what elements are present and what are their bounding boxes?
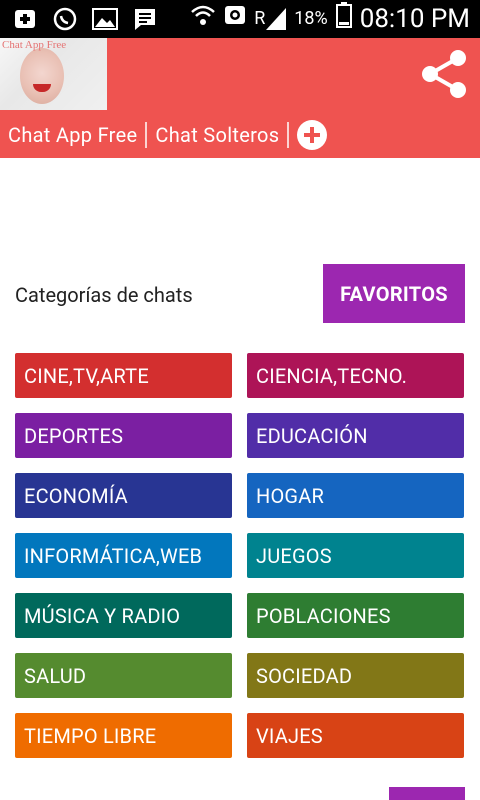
category-tiempo-libre[interactable]: TIEMPO LIBRE bbox=[15, 713, 232, 758]
category-musica-y-radio[interactable]: MÚSICA Y RADIO bbox=[15, 593, 232, 638]
favorites-button[interactable]: FAVORITOS bbox=[323, 264, 465, 323]
category-juegos[interactable]: JUEGOS bbox=[247, 533, 464, 578]
logo-text: Chat App Free bbox=[2, 39, 67, 51]
share-button[interactable] bbox=[418, 48, 470, 100]
category-hogar[interactable]: HOGAR bbox=[247, 473, 464, 518]
battery-icon bbox=[335, 2, 352, 35]
whatsapp-icon bbox=[52, 6, 78, 32]
category-economia[interactable]: ECONOMÍA bbox=[15, 473, 232, 518]
category-poblaciones[interactable]: POBLACIONES bbox=[247, 593, 464, 638]
wifi-icon bbox=[190, 2, 216, 35]
category-grid: CINE,TV,ARTE CIENCIA,TECNO. DEPORTES EDU… bbox=[15, 353, 465, 758]
share-icon bbox=[422, 50, 466, 98]
add-icon bbox=[12, 6, 38, 32]
category-salud[interactable]: SALUD bbox=[15, 653, 232, 698]
data-sync-icon bbox=[224, 3, 246, 34]
tab-divider bbox=[287, 122, 290, 148]
app-header: Chat App Free Chat App Free Chat Soltero… bbox=[0, 38, 480, 158]
category-deportes[interactable]: DEPORTES bbox=[15, 413, 232, 458]
clock: 08:10 PM bbox=[359, 3, 470, 34]
app-logo: Chat App Free bbox=[0, 38, 107, 110]
tab-chat-solteros[interactable]: Chat Solteros bbox=[147, 123, 287, 147]
status-bar: R 18% 08:10 PM bbox=[0, 0, 480, 38]
categories-label: Categorías de chats bbox=[15, 283, 193, 307]
signal-icon: R bbox=[254, 7, 287, 30]
partial-bottom-button[interactable] bbox=[389, 787, 465, 800]
category-cine-tv-arte[interactable]: CINE,TV,ARTE bbox=[15, 353, 232, 398]
image-icon bbox=[92, 6, 118, 32]
category-educacion[interactable]: EDUCACIÓN bbox=[247, 413, 464, 458]
face-image bbox=[20, 48, 64, 104]
category-sociedad[interactable]: SOCIEDAD bbox=[247, 653, 464, 698]
battery-percentage: 18% bbox=[294, 8, 328, 29]
chat-tabs: Chat App Free Chat Solteros bbox=[0, 118, 328, 152]
category-viajes[interactable]: VIAJES bbox=[247, 713, 464, 758]
category-informatica-web[interactable]: INFORMÁTICA,WEB bbox=[15, 533, 232, 578]
tab-chat-app-free[interactable]: Chat App Free bbox=[0, 123, 145, 147]
add-tab-icon[interactable] bbox=[297, 120, 328, 150]
category-ciencia-tecno[interactable]: CIENCIA,TECNO. bbox=[247, 353, 464, 398]
message-icon bbox=[132, 6, 158, 32]
roaming-indicator: R bbox=[254, 7, 266, 29]
